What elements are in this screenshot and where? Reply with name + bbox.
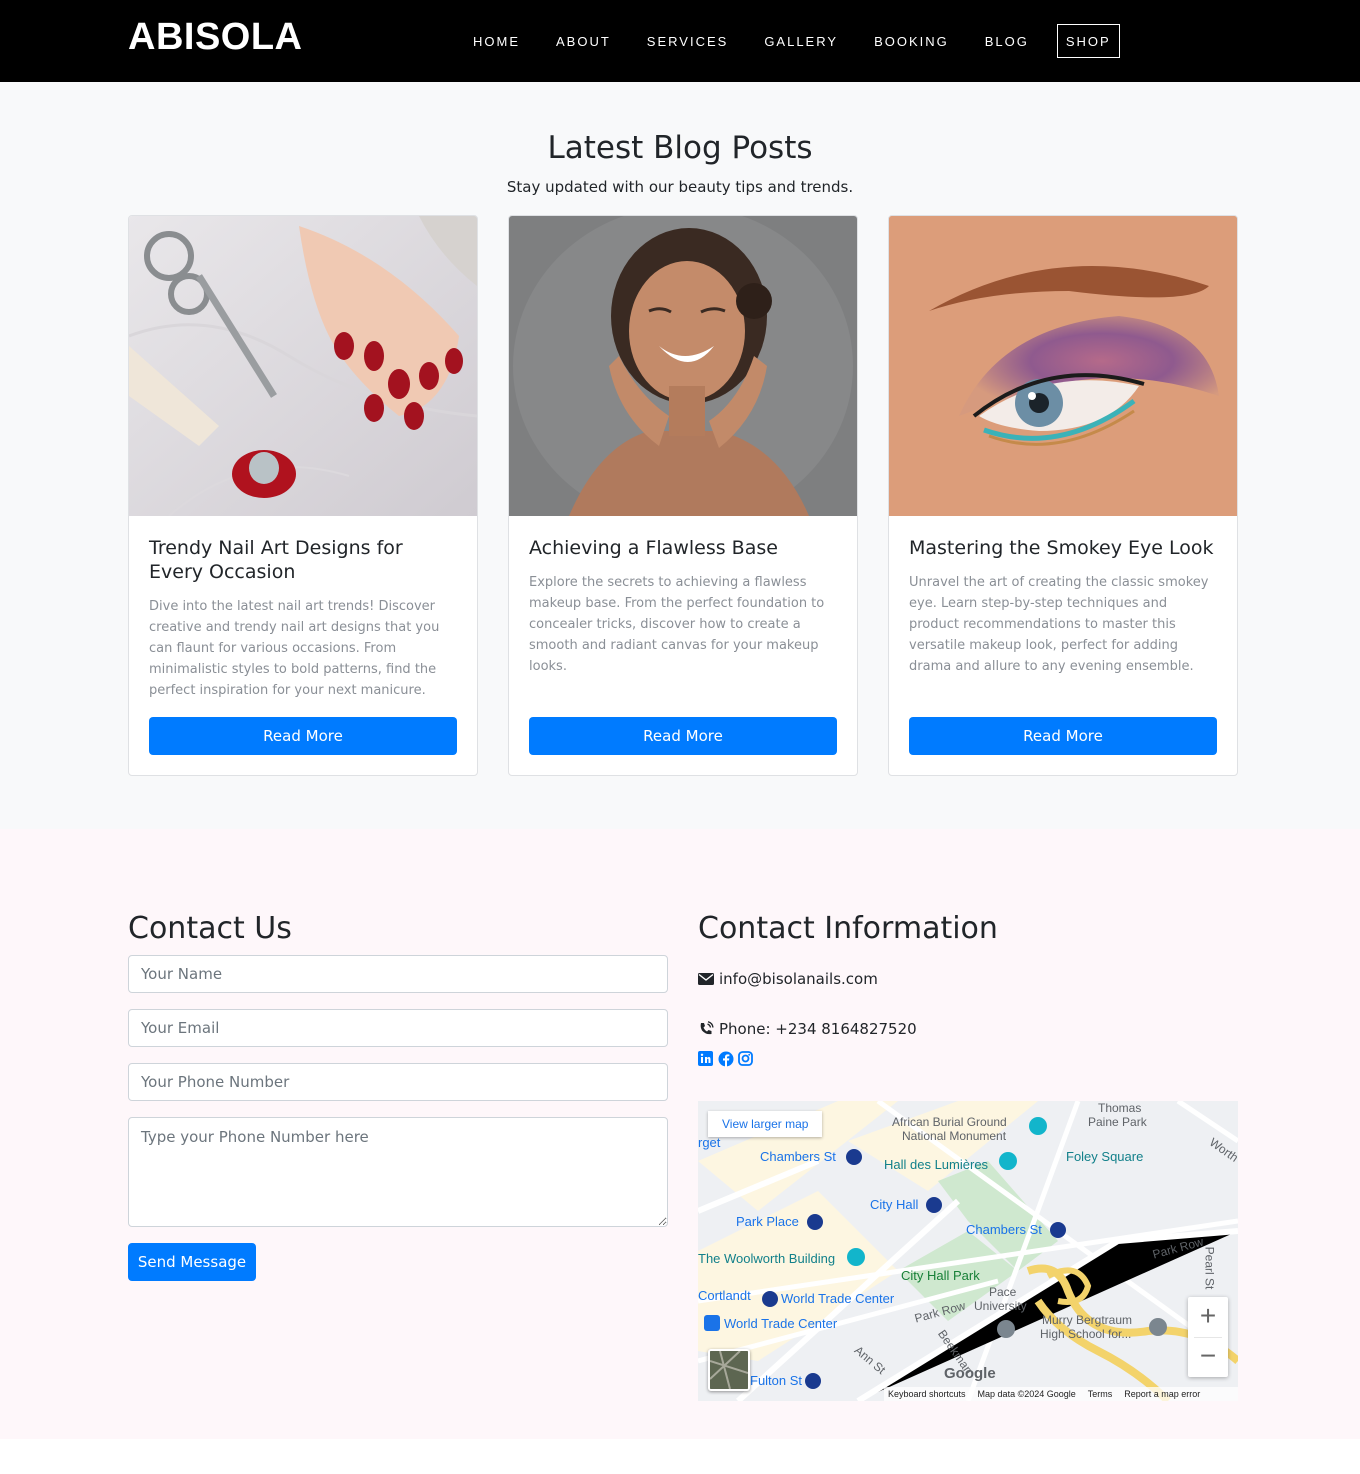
map-label: National Monument — [902, 1129, 1007, 1143]
map-label: Murry Bergtraum — [1042, 1313, 1133, 1327]
read-more-button[interactable]: Read More — [149, 717, 457, 755]
map-label: Pearl St — [1202, 1246, 1217, 1290]
nav-booking-link[interactable]: BOOKING — [856, 34, 967, 49]
map-label: Hall des Lumières — [884, 1157, 989, 1172]
map-label: City Hall Park — [901, 1268, 980, 1283]
zoom-out-button[interactable]: − — [1188, 1337, 1228, 1377]
facebook-icon[interactable] — [718, 1051, 734, 1067]
blog-card-excerpt: Unravel the art of creating the classic … — [909, 575, 1209, 674]
view-larger-map-link[interactable]: View larger map — [708, 1111, 823, 1137]
map-label: High School for... — [1040, 1327, 1132, 1341]
smokey-eye-image — [889, 216, 1237, 516]
google-map[interactable]: View larger map African Burial Ground Na… — [698, 1101, 1238, 1401]
send-message-button[interactable]: Send Message — [128, 1243, 256, 1281]
email-info: info@bisolanails.com — [698, 970, 878, 988]
zoom-controls: + − — [1188, 1297, 1228, 1377]
read-more-button[interactable]: Read More — [529, 717, 837, 755]
map-label: Cortlandt — [698, 1288, 751, 1303]
map-label: Thomas — [1098, 1101, 1142, 1115]
phone-volume-icon — [700, 1021, 714, 1035]
map-label: Fulton St — [750, 1373, 803, 1388]
nav-gallery-link[interactable]: GALLERY — [746, 34, 856, 49]
nav-blog-link[interactable]: BLOG — [967, 34, 1047, 49]
flawless-base-image — [509, 216, 857, 516]
blog-card-nail-art: Trendy Nail Art Designs for Every Occasi… — [128, 215, 478, 776]
brand-logo[interactable]: ABISOLA — [128, 16, 303, 59]
blog-card-title: Achieving a Flawless Base — [529, 537, 778, 559]
map-footer: Keyboard shortcuts Map data ©2024 Google… — [884, 1387, 1238, 1401]
envelope-icon — [698, 973, 714, 985]
phone-number: Phone: +234 8164827520 — [719, 1020, 917, 1038]
map-label: Chambers St — [966, 1222, 1042, 1237]
message-field[interactable] — [128, 1117, 668, 1227]
map-label: Chambers St — [760, 1149, 836, 1164]
report-map-error-link[interactable]: Report a map error — [1124, 1389, 1200, 1399]
email-address[interactable]: info@bisolanails.com — [719, 970, 878, 988]
satellite-toggle[interactable] — [708, 1349, 750, 1391]
map-label: University — [974, 1299, 1027, 1313]
map-label: The Woolworth Building — [698, 1251, 836, 1266]
map-label: Paine Park — [1088, 1115, 1147, 1129]
nav-links: HOME ABOUT SERVICES GALLERY BOOKING BLOG… — [455, 23, 1120, 59]
map-label: Foley Square — [1066, 1149, 1144, 1164]
social-links — [698, 1051, 754, 1067]
map-label: Park Place — [736, 1214, 799, 1229]
map-label: African Burial Ground — [892, 1115, 1007, 1129]
blog-card-excerpt: Dive into the latest nail art trends! Di… — [149, 599, 440, 698]
nav-about-link[interactable]: ABOUT — [538, 34, 629, 49]
zoom-in-button[interactable]: + — [1188, 1297, 1228, 1337]
blog-card-excerpt: Explore the secrets to achieving a flawl… — [529, 575, 825, 674]
linkedin-icon[interactable] — [698, 1051, 714, 1067]
blog-card-smokey-eye: Mastering the Smokey Eye Look Unravel th… — [888, 215, 1238, 776]
blog-section-title: Latest Blog Posts — [547, 130, 813, 166]
map-label: Pace — [989, 1285, 1017, 1299]
terms-link[interactable]: Terms — [1088, 1389, 1113, 1399]
instagram-icon[interactable] — [738, 1051, 754, 1067]
google-logo-text: Google — [944, 1365, 996, 1382]
name-field[interactable] — [128, 955, 668, 993]
nav-home-link[interactable]: HOME — [455, 34, 538, 49]
map-label: rget — [698, 1135, 721, 1150]
nav-services-link[interactable]: SERVICES — [629, 34, 747, 49]
email-field[interactable] — [128, 1009, 668, 1047]
nav-shop-link[interactable]: SHOP — [1056, 24, 1120, 58]
map-label: City Hall — [870, 1197, 919, 1212]
blog-section: Latest Blog Posts Stay updated with our … — [0, 82, 1360, 829]
navbar: ABISOLA HOME ABOUT SERVICES GALLERY BOOK… — [0, 0, 1360, 82]
blog-section-subtitle: Stay updated with our beauty tips and tr… — [506, 178, 854, 196]
map-data-text: Map data ©2024 Google — [977, 1389, 1076, 1399]
contact-section: Contact Us Send Message Contact Informat… — [0, 829, 1360, 1439]
contact-us-title: Contact Us — [128, 911, 292, 946]
map-label: World Trade Center — [781, 1291, 895, 1306]
blog-card-flawless-base: Achieving a Flawless Base Explore the se… — [508, 215, 858, 776]
google-logo: Google — [944, 1365, 996, 1382]
contact-info-title: Contact Information — [698, 911, 998, 946]
blog-card-title: Mastering the Smokey Eye Look — [909, 537, 1214, 559]
blog-card-title: Trendy Nail Art Designs for Every Occasi… — [149, 537, 403, 583]
map-label: World Trade Center — [724, 1316, 838, 1331]
phone-info: Phone: +234 8164827520 — [698, 1020, 917, 1038]
keyboard-shortcuts-link[interactable]: Keyboard shortcuts — [888, 1389, 966, 1399]
read-more-button[interactable]: Read More — [909, 717, 1217, 755]
phone-field[interactable] — [128, 1063, 668, 1101]
nail-art-image — [129, 216, 477, 516]
